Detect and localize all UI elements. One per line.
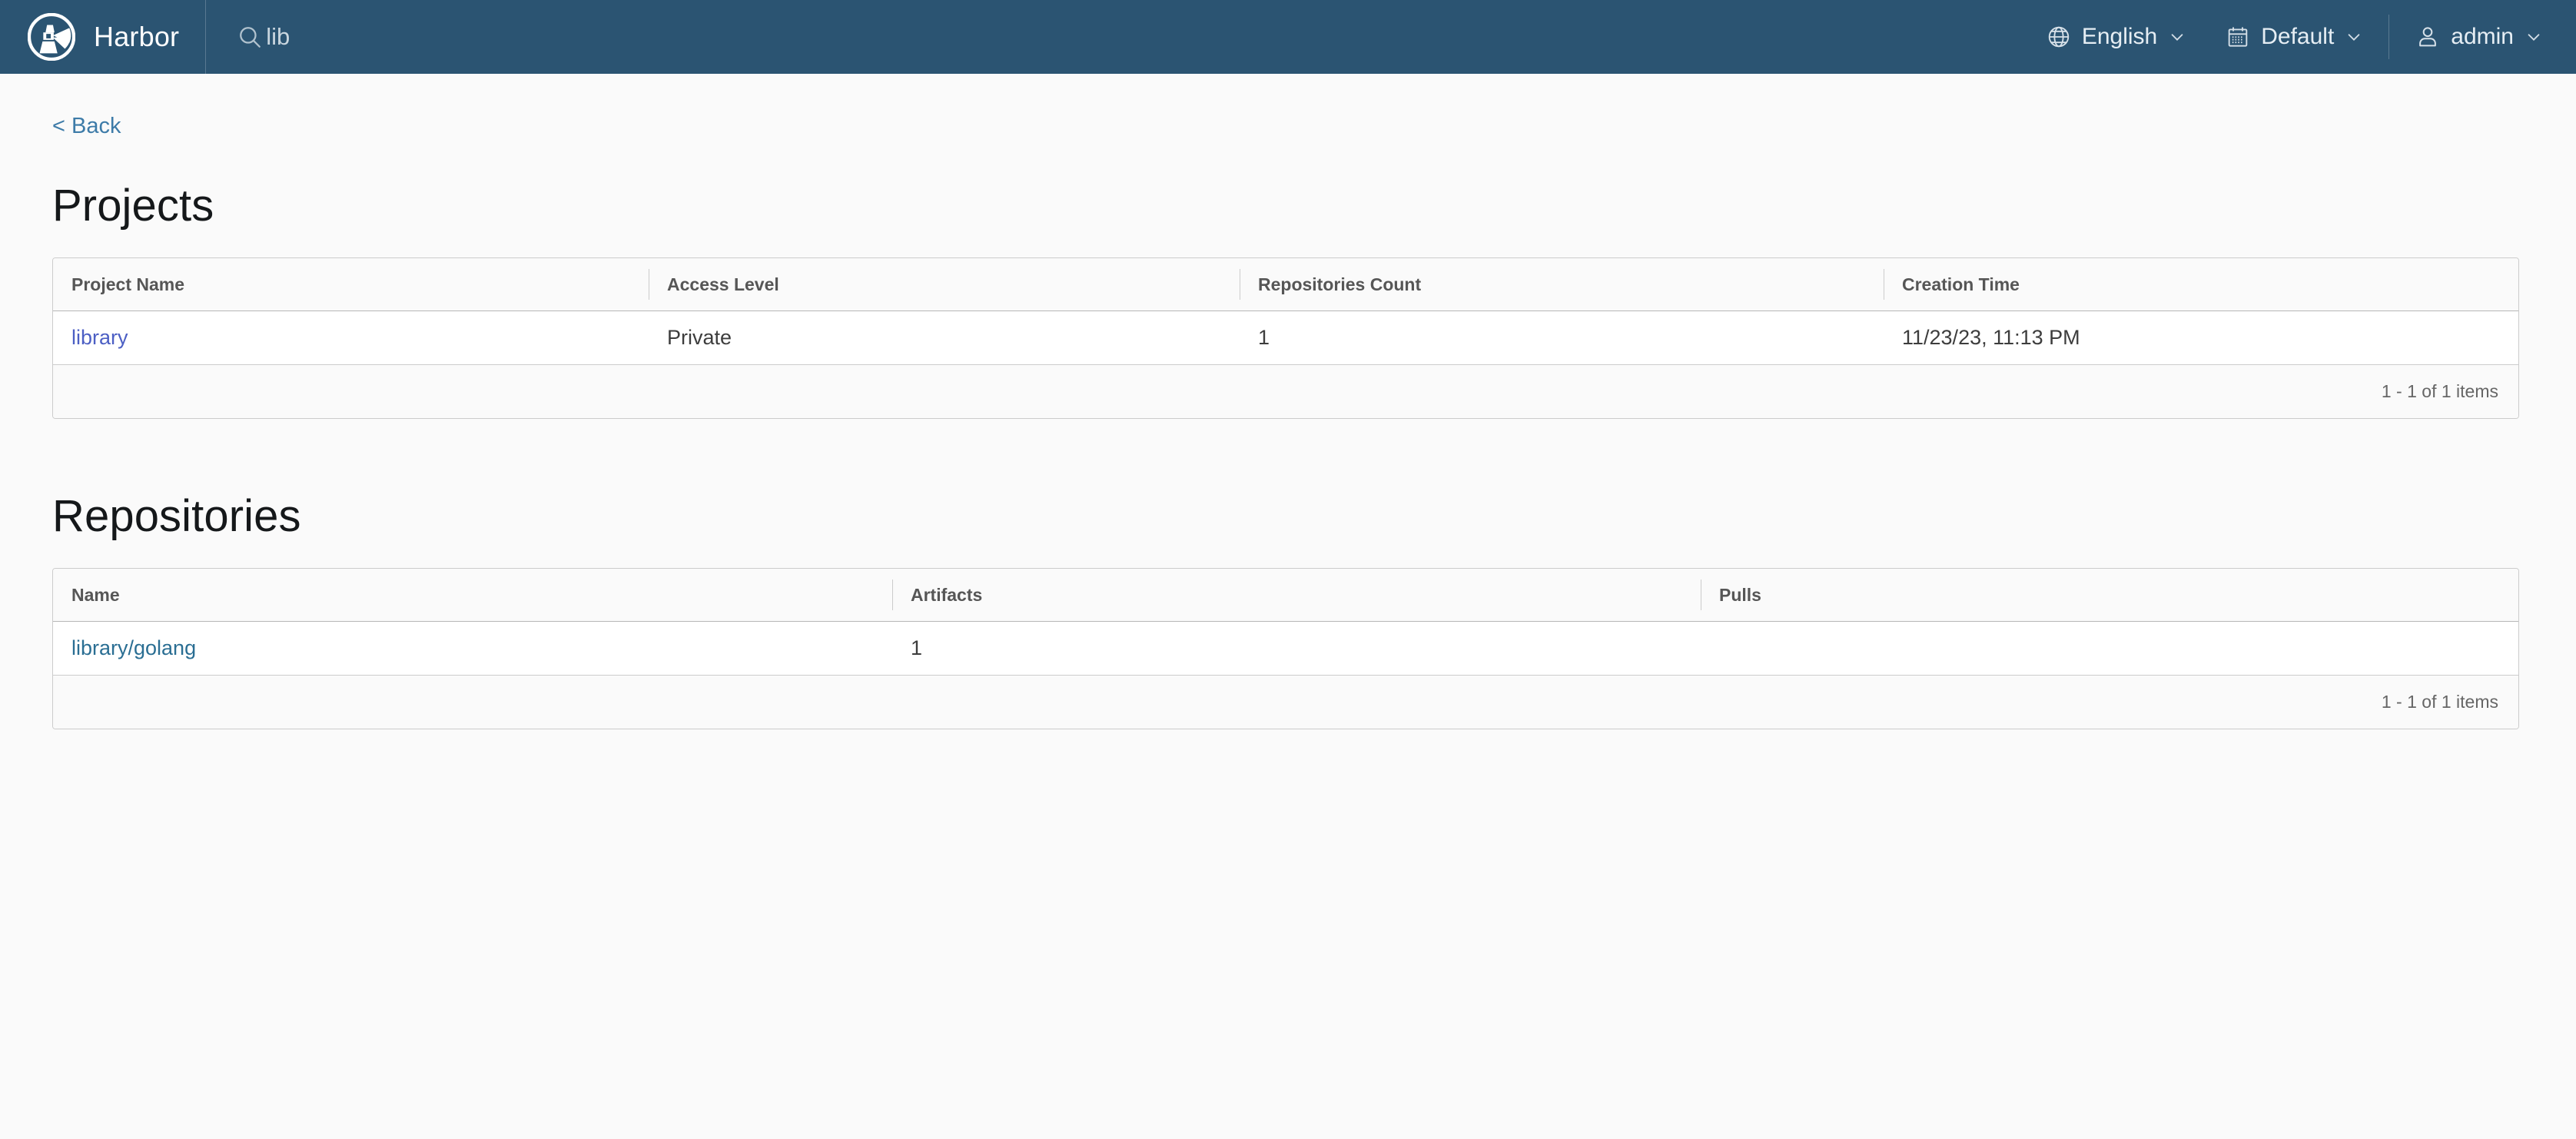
projects-page-title: Projects	[52, 181, 214, 231]
cell-access-level: Private	[667, 326, 732, 349]
cell-repository-name: library/golang	[53, 622, 892, 675]
table-row: library Private 1 11/23/23, 11:13 PM	[53, 311, 2518, 365]
user-icon	[2415, 25, 2440, 49]
project-name-link[interactable]: library	[71, 326, 128, 350]
language-selector[interactable]: English	[2027, 0, 2206, 74]
topbar-actions: English Default admin	[2027, 0, 2576, 74]
column-header-artifacts[interactable]: Artifacts	[892, 569, 1701, 621]
search-icon	[237, 24, 263, 50]
chevron-down-icon	[2157, 28, 2186, 45]
chevron-down-icon	[2334, 28, 2362, 45]
column-header-name[interactable]: Name	[53, 569, 892, 621]
harbor-lighthouse-logo-icon	[28, 13, 75, 61]
column-header-pulls[interactable]: Pulls	[1701, 569, 2518, 621]
chevron-down-icon	[2514, 28, 2542, 45]
calendar-icon	[2226, 25, 2250, 49]
user-menu[interactable]: admin	[2395, 0, 2576, 74]
language-label: English	[2081, 24, 2158, 49]
theme-selector[interactable]: Default	[2206, 0, 2382, 74]
projects-pagination: 1 - 1 of 1 items	[53, 365, 2518, 418]
cell-project-name: library	[53, 311, 649, 364]
brand-home-link[interactable]: Harbor	[0, 0, 205, 74]
user-label: admin	[2451, 24, 2514, 49]
cell-artifacts: 1	[911, 636, 923, 659]
projects-table-header: Project Name Access Level Repositories C…	[53, 258, 2518, 311]
cell-creation-time: 11/23/23, 11:13 PM	[1902, 326, 2080, 349]
globe-icon	[2047, 25, 2071, 49]
page-content: < Back Projects Project Name Access Leve…	[0, 74, 2576, 729]
theme-label: Default	[2261, 24, 2335, 49]
repositories-pagination: 1 - 1 of 1 items	[53, 676, 2518, 729]
column-header-repositories-count[interactable]: Repositories Count	[1240, 258, 1884, 310]
repositories-page-title: Repositories	[52, 491, 301, 541]
brand-title: Harbor	[94, 21, 180, 52]
search-box[interactable]: lib	[206, 0, 290, 74]
nav-divider	[2388, 15, 2390, 59]
search-input-value[interactable]: lib	[266, 23, 290, 51]
column-header-access-level[interactable]: Access Level	[649, 258, 1240, 310]
repository-name-link[interactable]: library/golang	[71, 636, 196, 660]
projects-table: Project Name Access Level Repositories C…	[52, 257, 2519, 419]
top-navigation-bar: Harbor lib English Default admin	[0, 0, 2576, 74]
cell-repositories-count: 1	[1258, 326, 1270, 349]
column-header-project-name[interactable]: Project Name	[53, 258, 649, 310]
table-row: library/golang 1	[53, 622, 2518, 676]
column-header-creation-time[interactable]: Creation Time	[1884, 258, 2518, 310]
repositories-table-header: Name Artifacts Pulls	[53, 569, 2518, 622]
back-link[interactable]: < Back	[52, 115, 121, 138]
cell-pulls	[1701, 622, 2518, 675]
repositories-table: Name Artifacts Pulls library/golang 1 1 …	[52, 568, 2519, 729]
